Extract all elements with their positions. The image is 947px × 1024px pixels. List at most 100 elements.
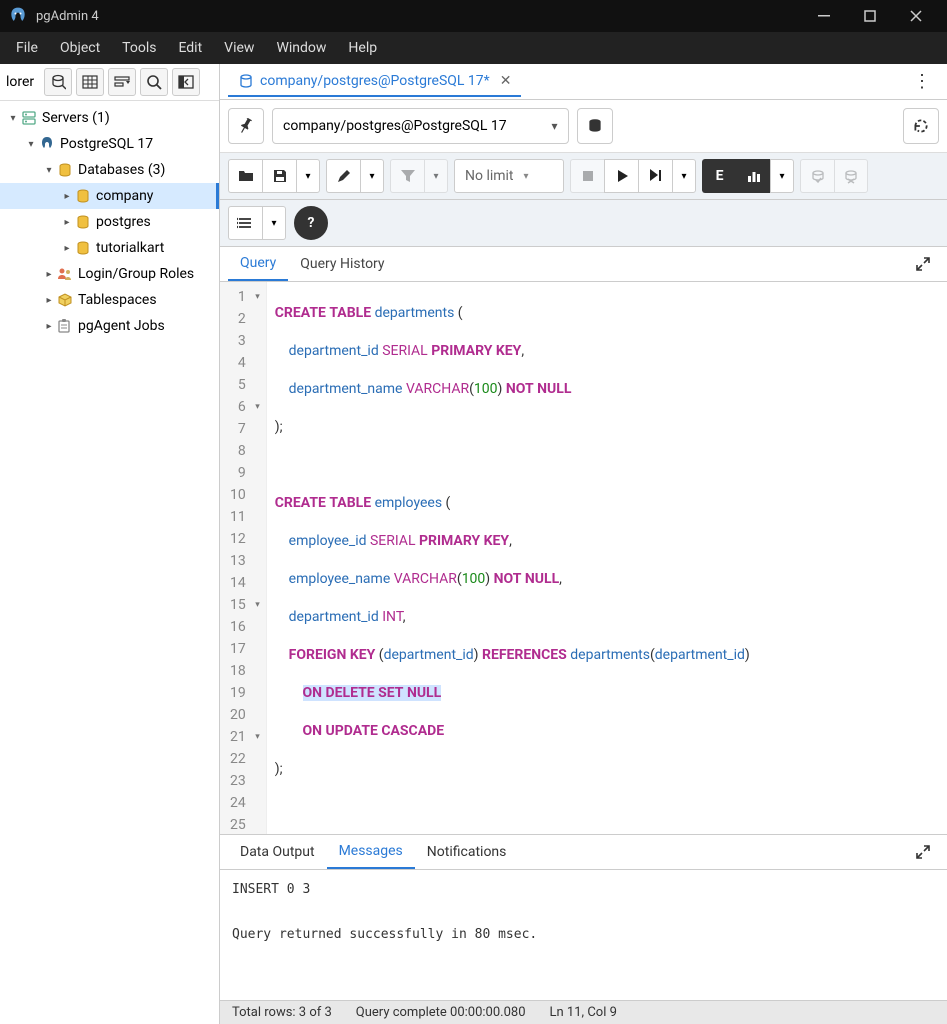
elephant-icon [38,136,56,152]
limit-select[interactable]: No limit ▾ [454,159,564,193]
roles-icon [56,266,74,282]
execute-dropdown[interactable]: ▾ [672,159,696,193]
chevron-down-icon[interactable]: ▾ [42,165,56,176]
titlebar: pgAdmin 4 [0,0,947,32]
explain-button[interactable]: E [702,159,736,193]
tree-servers[interactable]: ▾ Servers (1) [0,105,219,131]
expand-editor-icon[interactable] [907,252,939,276]
rollback-button[interactable] [834,159,868,193]
explorer-toolbar: lorer [0,64,219,101]
database-icon [238,73,254,89]
tree-postgresql[interactable]: ▾ PostgreSQL 17 [0,131,219,157]
fold-icon[interactable]: ▾ [250,594,260,616]
search-objects-button[interactable] [140,68,168,96]
tree-roles[interactable]: ▸ Login/Group Roles [0,261,219,287]
tree-databases[interactable]: ▾ Databases (3) [0,157,219,183]
execute-button[interactable] [604,159,638,193]
edit-button[interactable] [326,159,360,193]
tab-menu-button[interactable]: ⋮ [905,67,939,96]
fold-icon[interactable]: ▾ [250,396,260,418]
tab-notifications[interactable]: Notifications [415,836,519,868]
panel-tab[interactable]: company/postgres@PostgreSQL 17* ✕ [228,67,521,97]
object-explorer: lorer ▾ Servers (1) ▾ PostgreSQL 17 ▾ Da… [0,64,220,1024]
macros-dropdown[interactable]: ▾ [262,206,286,240]
tree-label: tutorialkart [96,240,164,256]
tab-messages[interactable]: Messages [327,835,415,869]
connection-select[interactable]: company/postgres@PostgreSQL 17 ▾ [272,108,569,144]
status-rows: Total rows: 3 of 3 [232,1005,332,1020]
close-tab-icon[interactable]: ✕ [500,73,512,89]
explain-dropdown[interactable]: ▾ [770,159,794,193]
menu-file[interactable]: File [6,36,48,60]
chevron-down-icon: ▾ [524,171,529,182]
menu-help[interactable]: Help [338,36,387,60]
tab-data-output[interactable]: Data Output [228,836,327,868]
pin-button[interactable] [228,108,264,144]
fold-icon[interactable]: ▾ [250,286,260,308]
open-file-button[interactable] [228,159,262,193]
stop-button[interactable] [570,159,604,193]
macros-button[interactable] [228,206,262,240]
servers-icon [20,110,38,126]
secondary-toolbar: ▾ ? [220,200,947,247]
minimize-button[interactable] [801,0,847,32]
tab-query-history[interactable]: Query History [288,248,396,280]
view-data-button[interactable] [76,68,104,96]
status-cursor: Ln 11, Col 9 [550,1005,617,1020]
save-file-button[interactable] [262,159,296,193]
tree-label: postgres [96,214,151,230]
chevron-down-icon[interactable]: ▾ [6,113,20,124]
database-icon [56,162,74,178]
tree-db-company[interactable]: ▸ company [0,183,219,209]
commit-button[interactable] [800,159,834,193]
chevron-right-icon[interactable]: ▸ [60,217,74,228]
tree-label: Tablespaces [78,292,157,308]
edit-dropdown[interactable]: ▾ [360,159,384,193]
menu-tools[interactable]: Tools [112,36,166,60]
chevron-down-icon[interactable]: ▾ [24,139,38,150]
menu-view[interactable]: View [214,36,264,60]
chevron-right-icon[interactable]: ▸ [60,191,74,202]
tree-pgagent[interactable]: ▸ pgAgent Jobs [0,313,219,339]
help-button[interactable]: ? [294,206,328,240]
database-icon [74,188,92,204]
new-connection-button[interactable] [577,108,613,144]
save-dropdown[interactable]: ▾ [296,159,320,193]
explain-analyze-button[interactable] [736,159,770,193]
query-tool-button[interactable] [44,68,72,96]
expand-output-icon[interactable] [907,840,939,864]
panel-tabstrip: company/postgres@PostgreSQL 17* ✕ ⋮ [220,64,947,100]
window-title: pgAdmin 4 [36,9,801,24]
execute-script-button[interactable] [638,159,672,193]
collapse-panel-button[interactable] [172,68,200,96]
filter-button[interactable] [390,159,424,193]
tree-tablespaces[interactable]: ▸ Tablespaces [0,287,219,313]
maximize-button[interactable] [847,0,893,32]
chevron-down-icon: ▾ [551,119,557,133]
tree-db-tutorialkart[interactable]: ▸ tutorialkart [0,235,219,261]
menu-edit[interactable]: Edit [168,36,212,60]
chevron-right-icon[interactable]: ▸ [42,295,56,306]
object-tree[interactable]: ▾ Servers (1) ▾ PostgreSQL 17 ▾ Database… [0,101,219,1024]
menu-object[interactable]: Object [50,36,110,60]
chevron-right-icon[interactable]: ▸ [42,269,56,280]
code-area[interactable]: CREATE TABLE departments ( department_id… [267,282,758,834]
query-toolbar: ▾ ▾ ▾ No limit ▾ ▾ E [220,153,947,200]
tree-label: Databases (3) [78,162,165,178]
tree-db-postgres[interactable]: ▸ postgres [0,209,219,235]
filter-dropdown[interactable]: ▾ [424,159,448,193]
sql-editor[interactable]: 1▾ 2 3 4 5 6▾ 7 8 9 10 11 12 13 14 15▾ 1… [220,282,947,834]
fold-icon[interactable]: ▾ [250,726,260,748]
tab-query[interactable]: Query [228,247,288,281]
chevron-right-icon[interactable]: ▸ [42,321,56,332]
query-tabs: Query Query History [220,247,947,282]
menubar: File Object Tools Edit View Window Help [0,32,947,64]
chevron-right-icon[interactable]: ▸ [60,243,74,254]
close-button[interactable] [893,0,939,32]
reset-layout-button[interactable] [903,108,939,144]
limit-text: No limit [465,168,514,184]
tree-label: pgAgent Jobs [78,318,165,334]
menu-window[interactable]: Window [266,36,336,60]
filter-rows-button[interactable] [108,68,136,96]
connection-text: company/postgres@PostgreSQL 17 [283,118,551,134]
